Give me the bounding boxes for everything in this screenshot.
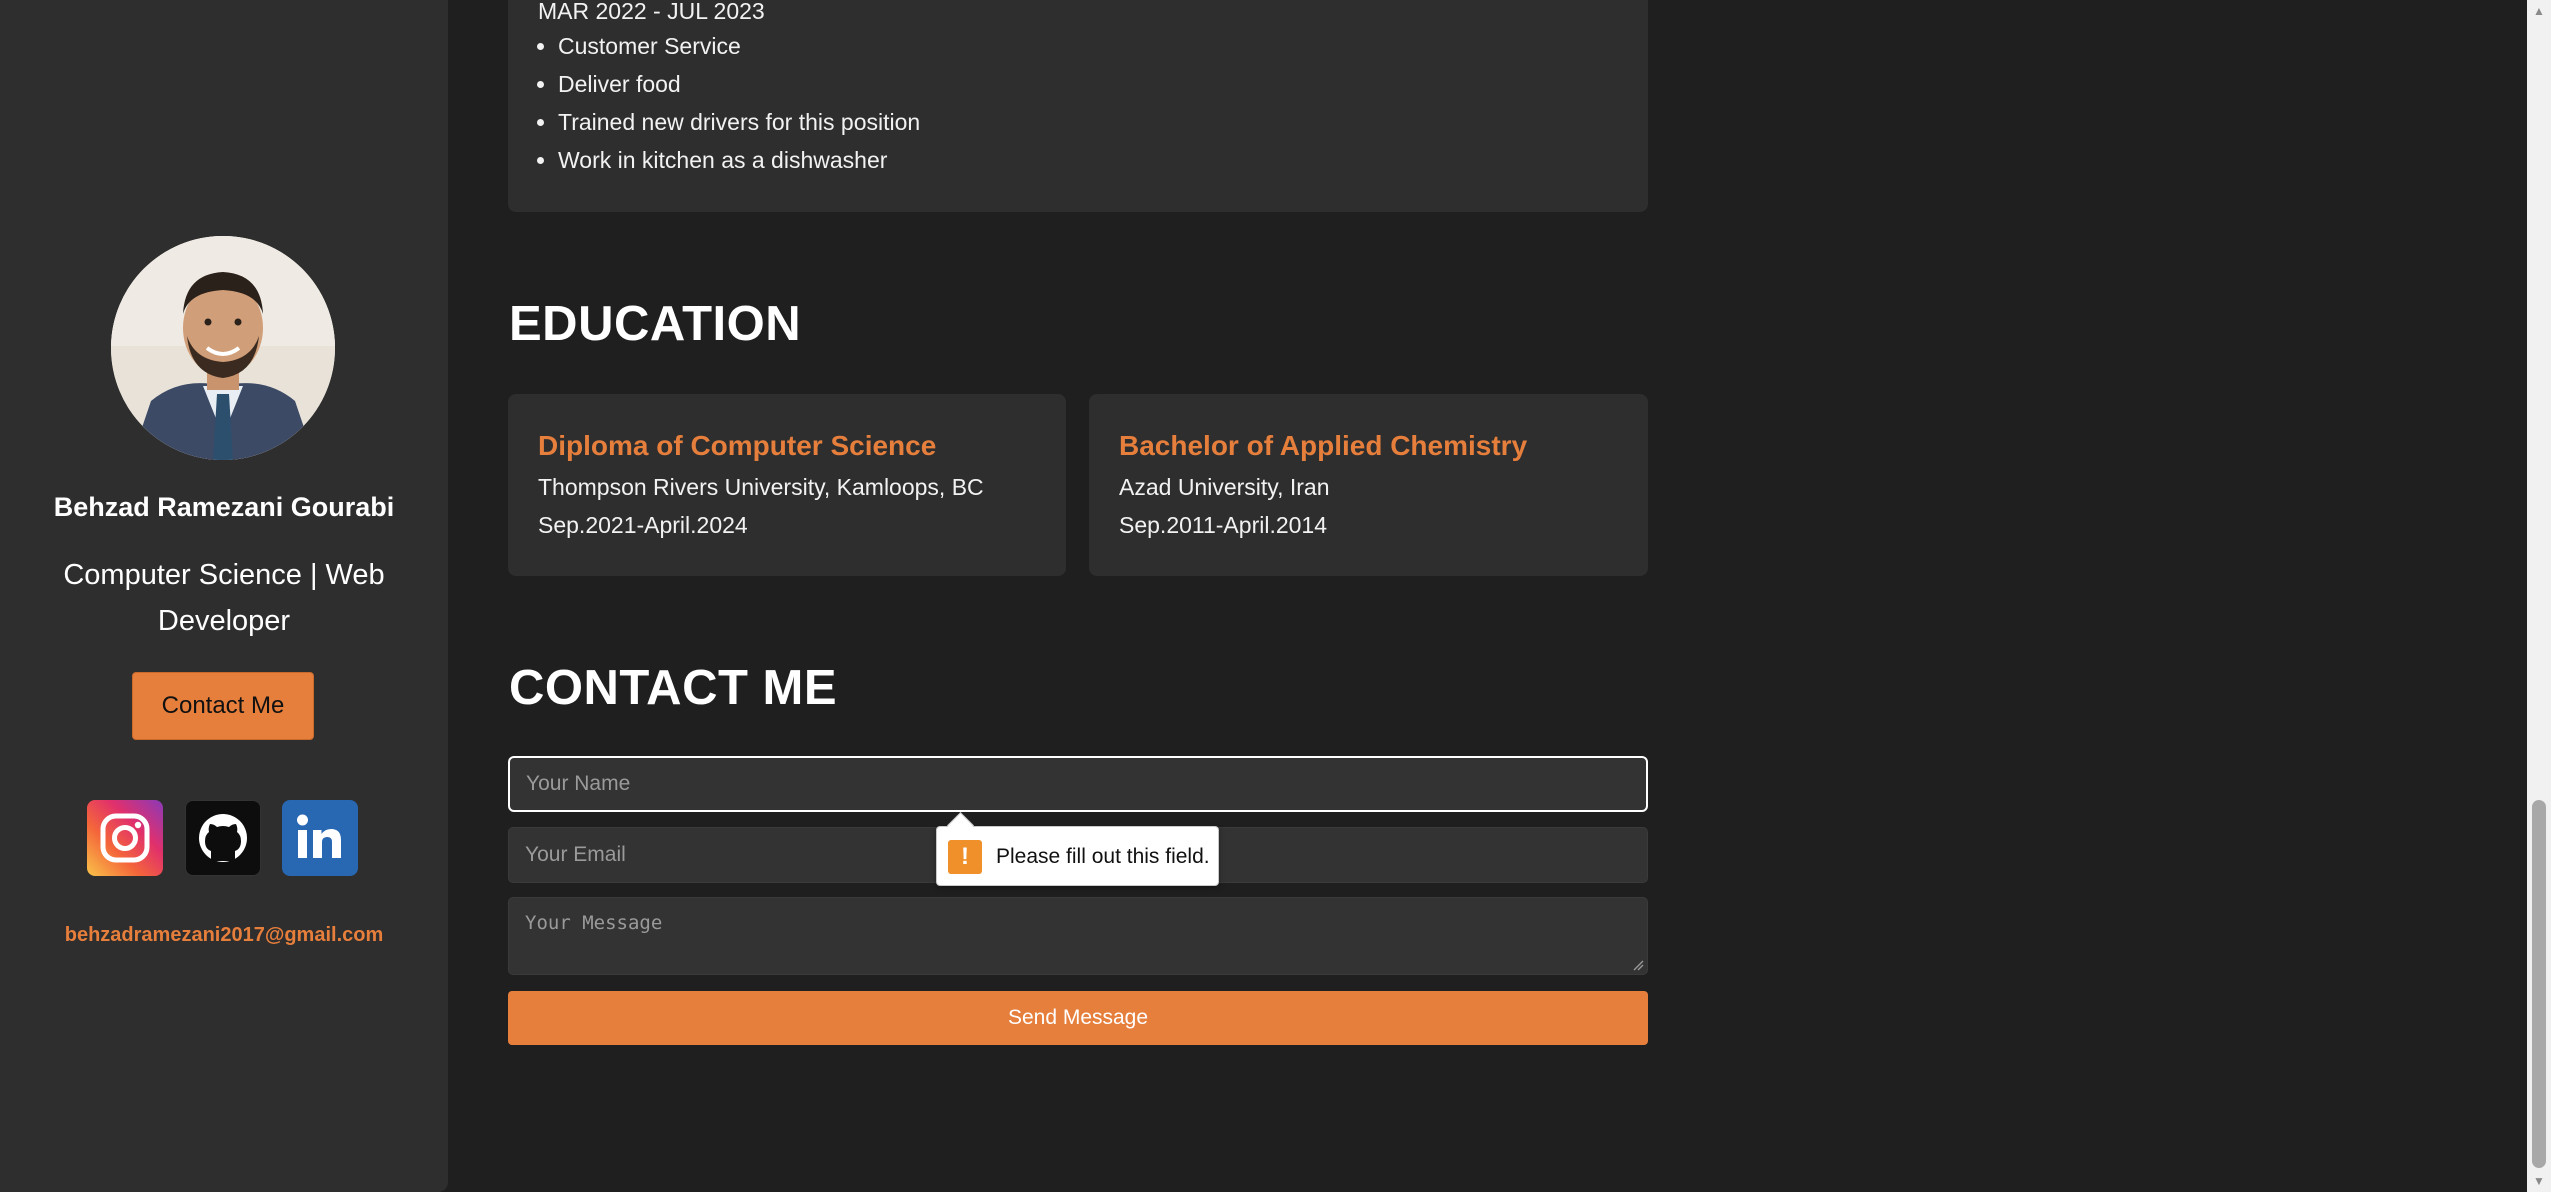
resize-grip-icon[interactable] [1632, 959, 1644, 971]
education-degree: Diploma of Computer Science [538, 430, 937, 461]
profile-photo [111, 236, 335, 460]
tooltip-arrow [947, 812, 974, 839]
scroll-down-icon[interactable]: ▼ [2527, 1170, 2551, 1192]
list-item: Deliver food [558, 65, 920, 103]
contact-me-button[interactable]: Contact Me [132, 672, 314, 740]
vertical-scrollbar[interactable]: ▲ ▼ [2527, 0, 2551, 1192]
education-dates: Sep.2011-April.2014 [1119, 512, 1327, 538]
name-placeholder: Your Name [526, 772, 631, 795]
experience-date: MAR 2022 - JUL 2023 [538, 0, 765, 24]
education-school: Thompson Rivers University, Kamloops, BC [538, 474, 984, 500]
send-message-button[interactable]: Send Message [508, 991, 1648, 1045]
validation-tooltip: ! Please fill out this field. [936, 812, 1219, 886]
message-placeholder: Your Message [525, 912, 663, 934]
education-card: Diploma of Computer Science Thompson Riv… [508, 394, 1066, 576]
profile-role: Computer Science | Web Developer [63, 559, 385, 637]
scrollbar-thumb[interactable] [2532, 800, 2546, 1168]
warning-icon: ! [948, 840, 982, 874]
experience-duties: Customer Service Deliver food Trained ne… [538, 27, 920, 179]
scroll-up-icon[interactable]: ▲ [2527, 0, 2551, 22]
experience-card: MAR 2022 - JUL 2023 Customer Service Del… [508, 0, 1648, 212]
list-item: Work in kitchen as a dishwasher [558, 141, 920, 179]
education-degree: Bachelor of Applied Chemistry [1119, 430, 1528, 461]
education-school: Azad University, Iran [1119, 474, 1330, 500]
contact-heading: CONTACT ME [509, 661, 837, 715]
message-textarea[interactable]: Your Message [508, 897, 1648, 975]
portfolio-page: Behzad Ramezani Gourabi Computer Science… [0, 0, 2551, 1192]
sidebar: Behzad Ramezani Gourabi Computer Science… [0, 0, 448, 1192]
education-card: Bachelor of Applied Chemistry Azad Unive… [1089, 394, 1648, 576]
linkedin-icon[interactable] [282, 800, 358, 876]
email-placeholder: Your Email [525, 843, 626, 866]
list-item: Customer Service [558, 27, 920, 65]
education-dates: Sep.2021-April.2024 [538, 512, 748, 538]
contact-email[interactable]: behzadramezani2017@gmail.com [0, 924, 448, 947]
profile-name: Behzad Ramezani Gourabi [53, 492, 395, 522]
github-icon[interactable] [185, 800, 261, 876]
education-heading: EDUCATION [509, 297, 802, 351]
tooltip-message: Please fill out this field. [996, 845, 1210, 868]
name-input[interactable]: Your Name [508, 756, 1648, 812]
list-item: Trained new drivers for this position [558, 103, 920, 141]
instagram-icon[interactable] [87, 800, 163, 876]
